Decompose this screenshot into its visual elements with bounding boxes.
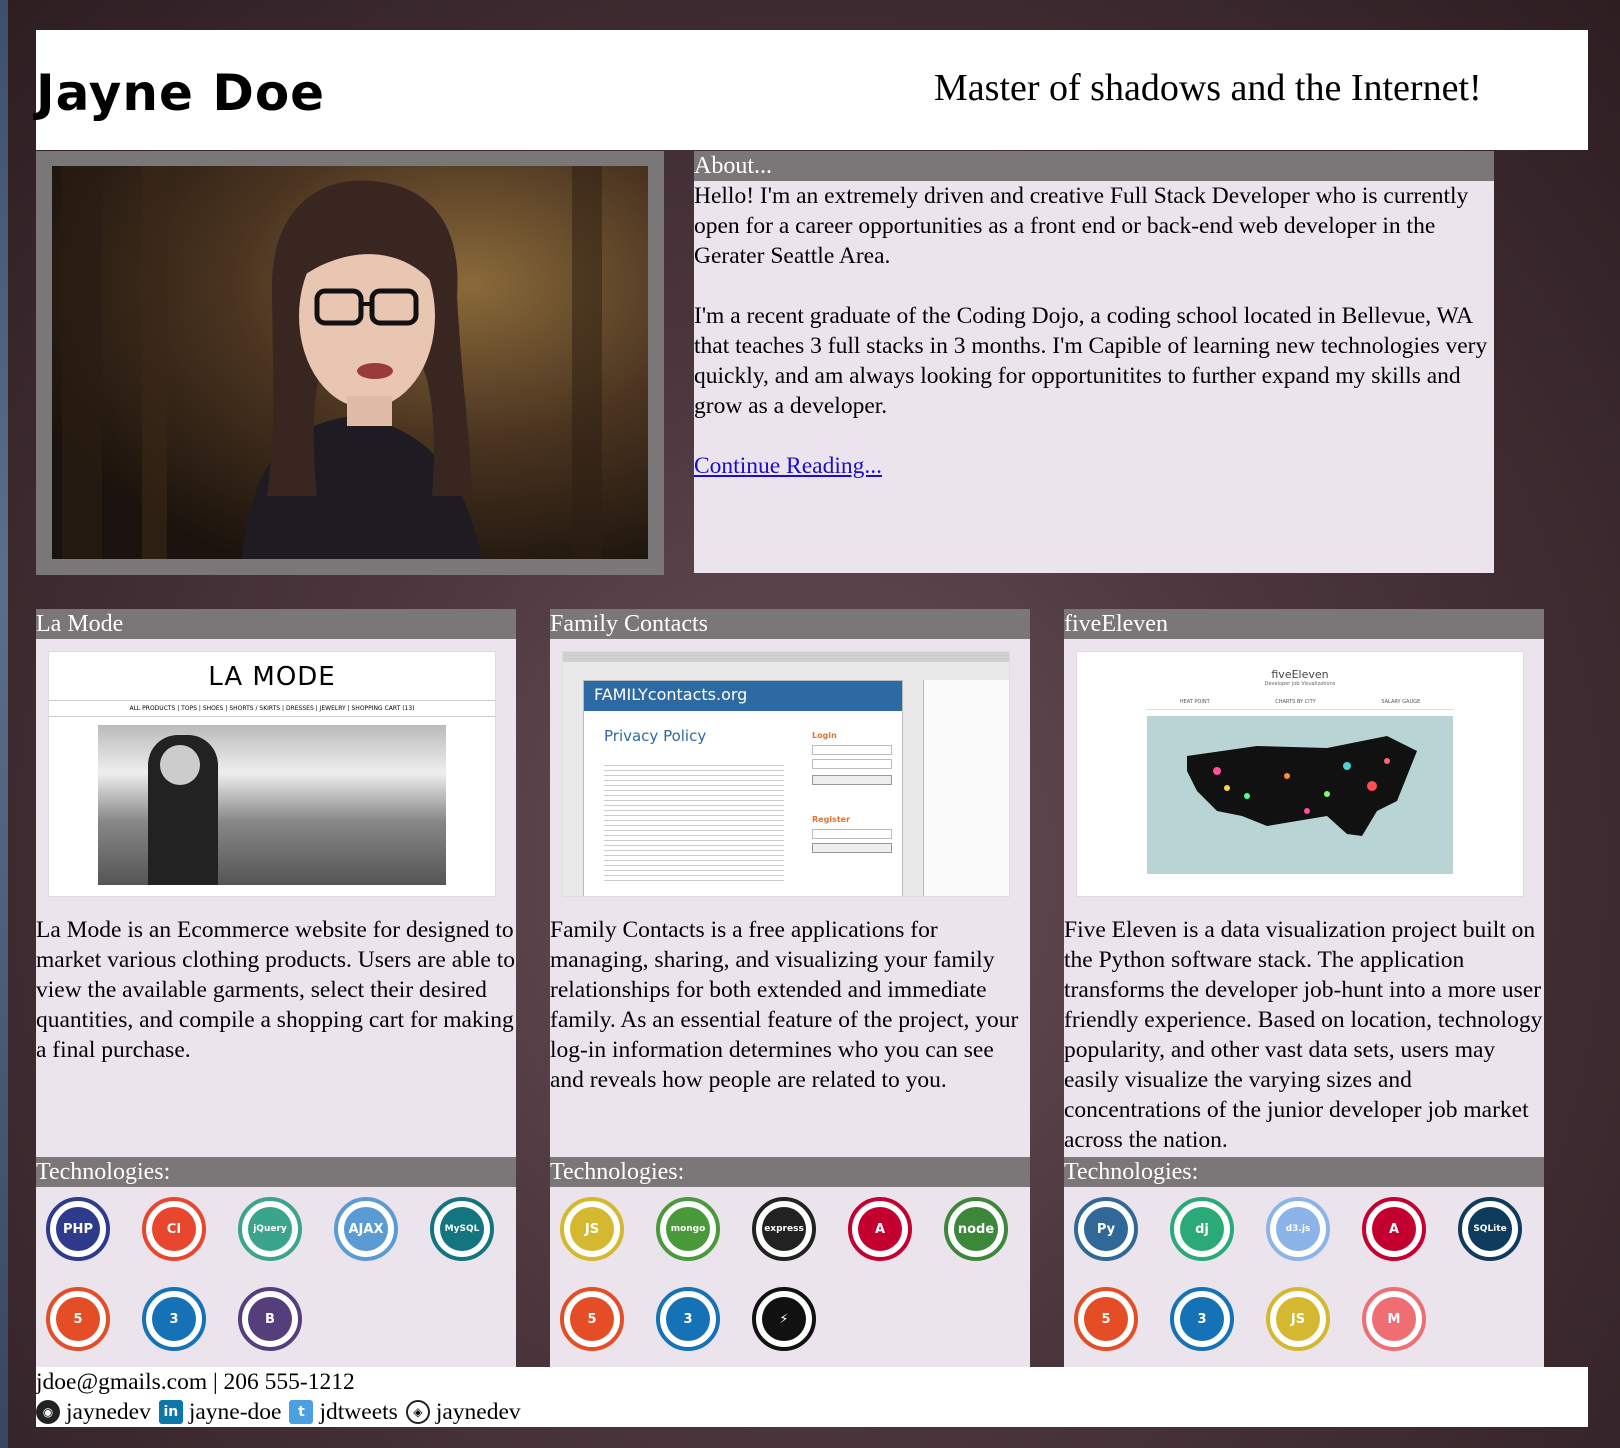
html5-icon: 5	[560, 1287, 624, 1351]
php-icon: PHP	[46, 1197, 110, 1261]
jquery-icon-label: jQuery	[248, 1207, 292, 1251]
css3-icon-label: 3	[666, 1297, 710, 1341]
project-description: Family Contacts is a free applications f…	[550, 917, 1019, 1093]
sqlite-icon: SQLite	[1458, 1197, 1522, 1261]
project-screenshot-family-contacts[interactable]: FAMILYcontacts.org Privacy Policy Login …	[562, 651, 1010, 897]
codeigniter-icon: CI	[142, 1197, 206, 1261]
profile-photo	[52, 166, 648, 559]
page-footer: jdoe@gmails.com | 206 555-1212 ◉ jaynedev…	[36, 1367, 1588, 1427]
screenshot-subheading: Developer Job Visualizations	[1264, 681, 1336, 687]
project-card-five-eleven: fiveEleven fiveEleven Developer Job Visu…	[1064, 609, 1544, 1367]
screenshot-heading: FAMILYcontacts.org	[584, 681, 902, 711]
project-description: La Mode is an Ecommerce website for desi…	[36, 917, 515, 1063]
socketio-icon: ⚡	[752, 1287, 816, 1351]
bootstrap-icon-label: B	[248, 1297, 292, 1341]
angular-icon: A	[1362, 1197, 1426, 1261]
window-edge	[0, 0, 8, 1448]
about-paragraph-2: I'm a recent graduate of the Coding Dojo…	[694, 303, 1488, 419]
twitter-icon[interactable]: t	[289, 1400, 314, 1424]
css3-icon: 3	[1170, 1287, 1234, 1351]
angular-icon-label: A	[858, 1207, 902, 1251]
profile-photo-frame	[36, 151, 664, 575]
socketio-icon-label: ⚡	[762, 1297, 806, 1341]
ajax-icon: AJAX	[334, 1197, 398, 1261]
ajax-icon-label: AJAX	[344, 1207, 388, 1251]
mysql-icon: MySQL	[430, 1197, 494, 1261]
screenshot-login: Login	[812, 731, 837, 740]
html5-icon-label: 5	[56, 1297, 100, 1341]
linkedin-username[interactable]: jayne-doe	[189, 1397, 282, 1427]
codeigniter-icon-label: CI	[152, 1207, 196, 1251]
project-title: La Mode	[36, 609, 516, 639]
screenshot-nav: ALL PRODUCTS | TOPS | SHOES | SHORTS / S…	[49, 700, 495, 717]
mongodb-icon-label: mongo	[666, 1207, 710, 1251]
mysql-icon-label: MySQL	[440, 1207, 484, 1251]
project-title: fiveEleven	[1064, 609, 1544, 639]
project-description: Five Eleven is a data visualization proj…	[1064, 917, 1543, 1153]
d3js-icon-label: d3.js	[1276, 1207, 1320, 1251]
css3-icon-label: 3	[1180, 1297, 1224, 1341]
materialize-icon-label: M	[1372, 1297, 1416, 1341]
screenshot-tab: SALARY GAUGE	[1381, 699, 1421, 705]
tagline: Master of shadows and the Internet!	[934, 67, 1482, 109]
html5-icon-label: 5	[570, 1297, 614, 1341]
sqlite-icon-label: SQLite	[1468, 1207, 1512, 1251]
about-paragraph-1: Hello! I'm an extremely driven and creat…	[694, 183, 1469, 269]
github-username[interactable]: jaynedev	[66, 1397, 151, 1427]
screenshot-register: Register	[812, 815, 851, 824]
python-icon-label: Py	[1084, 1207, 1128, 1251]
materialize-icon: M	[1362, 1287, 1426, 1351]
d3js-icon: d3.js	[1266, 1197, 1330, 1261]
screenshot-tab: CHARTS BY CITY	[1275, 699, 1316, 705]
nodejs-icon-label: node	[954, 1207, 998, 1251]
linkedin-icon[interactable]: in	[158, 1400, 183, 1424]
project-card-la-mode: La Mode LA MODE ALL PRODUCTS | TOPS | SH…	[36, 609, 516, 1367]
angular-icon-label: A	[1372, 1207, 1416, 1251]
screenshot-hero-image	[98, 725, 446, 885]
page-title: Jayne Doe	[36, 64, 326, 122]
css3-icon: 3	[656, 1287, 720, 1351]
project-screenshot-five-eleven[interactable]: fiveEleven Developer Job Visualizations …	[1076, 651, 1524, 897]
technologies-heading: Technologies:	[1064, 1157, 1544, 1187]
javascript-icon: JS	[560, 1197, 624, 1261]
angular-icon: A	[848, 1197, 912, 1261]
python-icon: Py	[1074, 1197, 1138, 1261]
html5-icon-label: 5	[1084, 1297, 1128, 1341]
javascript-icon: JS	[1266, 1287, 1330, 1351]
html5-icon: 5	[1074, 1287, 1138, 1351]
javascript-icon-label: JS	[570, 1207, 614, 1251]
technologies-heading: Technologies:	[550, 1157, 1030, 1187]
javascript-icon-label: JS	[1276, 1297, 1320, 1341]
mongodb-icon: mongo	[656, 1197, 720, 1261]
project-card-family-contacts: Family Contacts FAMILYcontacts.org Priva…	[550, 609, 1030, 1367]
github-icon[interactable]: ◉	[36, 1400, 60, 1424]
jquery-icon: jQuery	[238, 1197, 302, 1261]
screenshot-heading: LA MODE	[208, 662, 336, 692]
about-heading: About...	[694, 151, 1494, 181]
codepen-username[interactable]: jaynedev	[436, 1397, 521, 1427]
screenshot-heading: fiveEleven	[1271, 668, 1329, 681]
django-icon-label: dj	[1180, 1207, 1224, 1251]
nodejs-icon: node	[944, 1197, 1008, 1261]
css3-icon-label: 3	[152, 1297, 196, 1341]
express-icon-label: express	[762, 1207, 806, 1251]
screenshot-tab: HEAT POINT	[1179, 699, 1210, 705]
bootstrap-icon: B	[238, 1287, 302, 1351]
page-header: Jayne Doe Master of shadows and the Inte…	[36, 30, 1588, 150]
css3-icon: 3	[142, 1287, 206, 1351]
technologies-heading: Technologies:	[36, 1157, 516, 1187]
django-icon: dj	[1170, 1197, 1234, 1261]
twitter-username[interactable]: jdtweets	[319, 1397, 397, 1427]
project-screenshot-la-mode[interactable]: LA MODE ALL PRODUCTS | TOPS | SHOES | SH…	[48, 651, 496, 897]
html5-icon: 5	[46, 1287, 110, 1351]
screenshot-map	[1147, 716, 1453, 874]
express-icon: express	[752, 1197, 816, 1261]
screenshot-subheading: Privacy Policy	[604, 727, 707, 745]
project-title: Family Contacts	[550, 609, 1030, 639]
codepen-icon[interactable]: ◈	[405, 1400, 430, 1424]
php-icon-label: PHP	[56, 1207, 100, 1251]
contact-info: jdoe@gmails.com | 206 555-1212	[36, 1369, 355, 1395]
about-section: About... Hello! I'm an extremely driven …	[694, 151, 1494, 573]
continue-reading-link[interactable]: Continue Reading...	[694, 453, 882, 479]
